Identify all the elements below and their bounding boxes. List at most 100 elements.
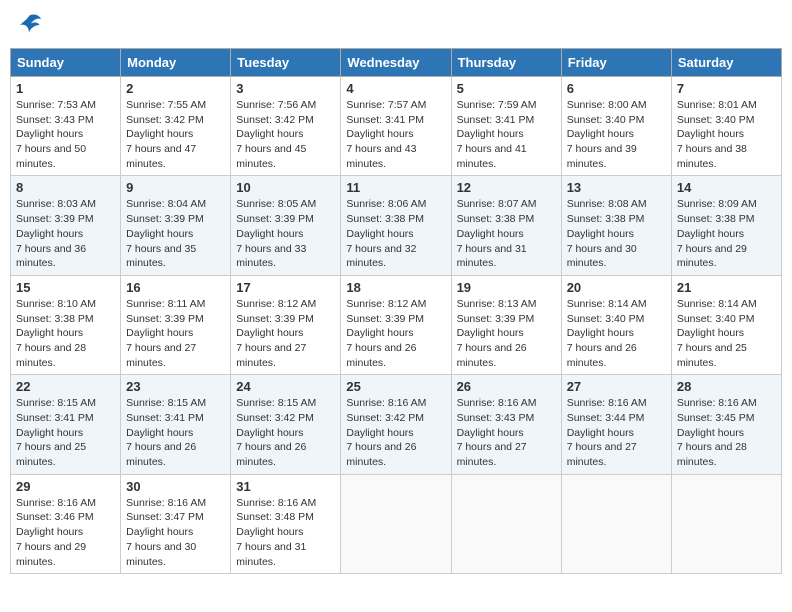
day-number: 11 (346, 180, 445, 195)
table-row: 16 Sunrise: 8:11 AM Sunset: 3:39 PM Dayl… (121, 275, 231, 374)
calendar-week-row: 15 Sunrise: 8:10 AM Sunset: 3:38 PM Dayl… (11, 275, 782, 374)
day-info: Sunrise: 8:00 AM Sunset: 3:40 PM Dayligh… (567, 98, 666, 171)
day-number: 3 (236, 81, 335, 96)
col-sunday: Sunday (11, 49, 121, 77)
day-info: Sunrise: 8:05 AM Sunset: 3:39 PM Dayligh… (236, 197, 335, 270)
day-info: Sunrise: 8:16 AM Sunset: 3:42 PM Dayligh… (346, 396, 445, 469)
day-info: Sunrise: 8:08 AM Sunset: 3:38 PM Dayligh… (567, 197, 666, 270)
col-friday: Friday (561, 49, 671, 77)
day-info: Sunrise: 8:10 AM Sunset: 3:38 PM Dayligh… (16, 297, 115, 370)
day-info: Sunrise: 8:16 AM Sunset: 3:44 PM Dayligh… (567, 396, 666, 469)
table-row: 2 Sunrise: 7:55 AM Sunset: 3:42 PM Dayli… (121, 77, 231, 176)
table-row: 21 Sunrise: 8:14 AM Sunset: 3:40 PM Dayl… (671, 275, 781, 374)
day-info: Sunrise: 8:14 AM Sunset: 3:40 PM Dayligh… (567, 297, 666, 370)
day-number: 27 (567, 379, 666, 394)
day-info: Sunrise: 8:12 AM Sunset: 3:39 PM Dayligh… (236, 297, 335, 370)
table-row: 29 Sunrise: 8:16 AM Sunset: 3:46 PM Dayl… (11, 474, 121, 573)
day-info: Sunrise: 8:04 AM Sunset: 3:39 PM Dayligh… (126, 197, 225, 270)
day-number: 20 (567, 280, 666, 295)
table-row: 13 Sunrise: 8:08 AM Sunset: 3:38 PM Dayl… (561, 176, 671, 275)
day-number: 31 (236, 479, 335, 494)
day-info: Sunrise: 7:59 AM Sunset: 3:41 PM Dayligh… (457, 98, 556, 171)
day-info: Sunrise: 8:15 AM Sunset: 3:42 PM Dayligh… (236, 396, 335, 469)
calendar-header-row: Sunday Monday Tuesday Wednesday Thursday… (11, 49, 782, 77)
day-info: Sunrise: 7:56 AM Sunset: 3:42 PM Dayligh… (236, 98, 335, 171)
day-info: Sunrise: 8:16 AM Sunset: 3:45 PM Dayligh… (677, 396, 776, 469)
day-number: 23 (126, 379, 225, 394)
day-number: 9 (126, 180, 225, 195)
table-row (451, 474, 561, 573)
table-row: 11 Sunrise: 8:06 AM Sunset: 3:38 PM Dayl… (341, 176, 451, 275)
table-row: 14 Sunrise: 8:09 AM Sunset: 3:38 PM Dayl… (671, 176, 781, 275)
table-row: 31 Sunrise: 8:16 AM Sunset: 3:48 PM Dayl… (231, 474, 341, 573)
table-row: 10 Sunrise: 8:05 AM Sunset: 3:39 PM Dayl… (231, 176, 341, 275)
day-info: Sunrise: 8:16 AM Sunset: 3:43 PM Dayligh… (457, 396, 556, 469)
day-info: Sunrise: 8:09 AM Sunset: 3:38 PM Dayligh… (677, 197, 776, 270)
day-info: Sunrise: 8:16 AM Sunset: 3:48 PM Dayligh… (236, 496, 335, 569)
day-number: 17 (236, 280, 335, 295)
day-info: Sunrise: 8:16 AM Sunset: 3:46 PM Dayligh… (16, 496, 115, 569)
day-number: 15 (16, 280, 115, 295)
table-row: 23 Sunrise: 8:15 AM Sunset: 3:41 PM Dayl… (121, 375, 231, 474)
day-number: 1 (16, 81, 115, 96)
day-number: 2 (126, 81, 225, 96)
col-wednesday: Wednesday (341, 49, 451, 77)
table-row (561, 474, 671, 573)
day-info: Sunrise: 8:07 AM Sunset: 3:38 PM Dayligh… (457, 197, 556, 270)
calendar-week-row: 8 Sunrise: 8:03 AM Sunset: 3:39 PM Dayli… (11, 176, 782, 275)
table-row: 12 Sunrise: 8:07 AM Sunset: 3:38 PM Dayl… (451, 176, 561, 275)
calendar-week-row: 22 Sunrise: 8:15 AM Sunset: 3:41 PM Dayl… (11, 375, 782, 474)
day-number: 10 (236, 180, 335, 195)
col-tuesday: Tuesday (231, 49, 341, 77)
table-row: 7 Sunrise: 8:01 AM Sunset: 3:40 PM Dayli… (671, 77, 781, 176)
day-number: 12 (457, 180, 556, 195)
day-number: 6 (567, 81, 666, 96)
day-info: Sunrise: 8:11 AM Sunset: 3:39 PM Dayligh… (126, 297, 225, 370)
table-row: 22 Sunrise: 8:15 AM Sunset: 3:41 PM Dayl… (11, 375, 121, 474)
day-info: Sunrise: 8:03 AM Sunset: 3:39 PM Dayligh… (16, 197, 115, 270)
day-number: 19 (457, 280, 556, 295)
day-info: Sunrise: 7:57 AM Sunset: 3:41 PM Dayligh… (346, 98, 445, 171)
table-row: 27 Sunrise: 8:16 AM Sunset: 3:44 PM Dayl… (561, 375, 671, 474)
day-info: Sunrise: 8:06 AM Sunset: 3:38 PM Dayligh… (346, 197, 445, 270)
day-number: 7 (677, 81, 776, 96)
day-number: 28 (677, 379, 776, 394)
day-info: Sunrise: 8:14 AM Sunset: 3:40 PM Dayligh… (677, 297, 776, 370)
table-row: 9 Sunrise: 8:04 AM Sunset: 3:39 PM Dayli… (121, 176, 231, 275)
day-number: 24 (236, 379, 335, 394)
table-row: 18 Sunrise: 8:12 AM Sunset: 3:39 PM Dayl… (341, 275, 451, 374)
calendar-week-row: 29 Sunrise: 8:16 AM Sunset: 3:46 PM Dayl… (11, 474, 782, 573)
day-number: 13 (567, 180, 666, 195)
table-row: 25 Sunrise: 8:16 AM Sunset: 3:42 PM Dayl… (341, 375, 451, 474)
day-info: Sunrise: 8:13 AM Sunset: 3:39 PM Dayligh… (457, 297, 556, 370)
day-number: 26 (457, 379, 556, 394)
day-number: 22 (16, 379, 115, 394)
table-row: 19 Sunrise: 8:13 AM Sunset: 3:39 PM Dayl… (451, 275, 561, 374)
calendar: Sunday Monday Tuesday Wednesday Thursday… (10, 48, 782, 574)
table-row: 30 Sunrise: 8:16 AM Sunset: 3:47 PM Dayl… (121, 474, 231, 573)
day-number: 5 (457, 81, 556, 96)
day-info: Sunrise: 7:53 AM Sunset: 3:43 PM Dayligh… (16, 98, 115, 171)
table-row: 4 Sunrise: 7:57 AM Sunset: 3:41 PM Dayli… (341, 77, 451, 176)
day-number: 14 (677, 180, 776, 195)
col-thursday: Thursday (451, 49, 561, 77)
day-info: Sunrise: 8:12 AM Sunset: 3:39 PM Dayligh… (346, 297, 445, 370)
day-info: Sunrise: 8:15 AM Sunset: 3:41 PM Dayligh… (16, 396, 115, 469)
day-info: Sunrise: 7:55 AM Sunset: 3:42 PM Dayligh… (126, 98, 225, 171)
day-info: Sunrise: 8:01 AM Sunset: 3:40 PM Dayligh… (677, 98, 776, 171)
day-number: 4 (346, 81, 445, 96)
day-info: Sunrise: 8:15 AM Sunset: 3:41 PM Dayligh… (126, 396, 225, 469)
day-info: Sunrise: 8:16 AM Sunset: 3:47 PM Dayligh… (126, 496, 225, 569)
day-number: 18 (346, 280, 445, 295)
table-row: 5 Sunrise: 7:59 AM Sunset: 3:41 PM Dayli… (451, 77, 561, 176)
table-row: 26 Sunrise: 8:16 AM Sunset: 3:43 PM Dayl… (451, 375, 561, 474)
col-saturday: Saturday (671, 49, 781, 77)
day-number: 21 (677, 280, 776, 295)
logo-bird-icon (14, 10, 44, 40)
table-row: 20 Sunrise: 8:14 AM Sunset: 3:40 PM Dayl… (561, 275, 671, 374)
table-row: 15 Sunrise: 8:10 AM Sunset: 3:38 PM Dayl… (11, 275, 121, 374)
table-row: 24 Sunrise: 8:15 AM Sunset: 3:42 PM Dayl… (231, 375, 341, 474)
table-row (671, 474, 781, 573)
calendar-week-row: 1 Sunrise: 7:53 AM Sunset: 3:43 PM Dayli… (11, 77, 782, 176)
day-number: 8 (16, 180, 115, 195)
